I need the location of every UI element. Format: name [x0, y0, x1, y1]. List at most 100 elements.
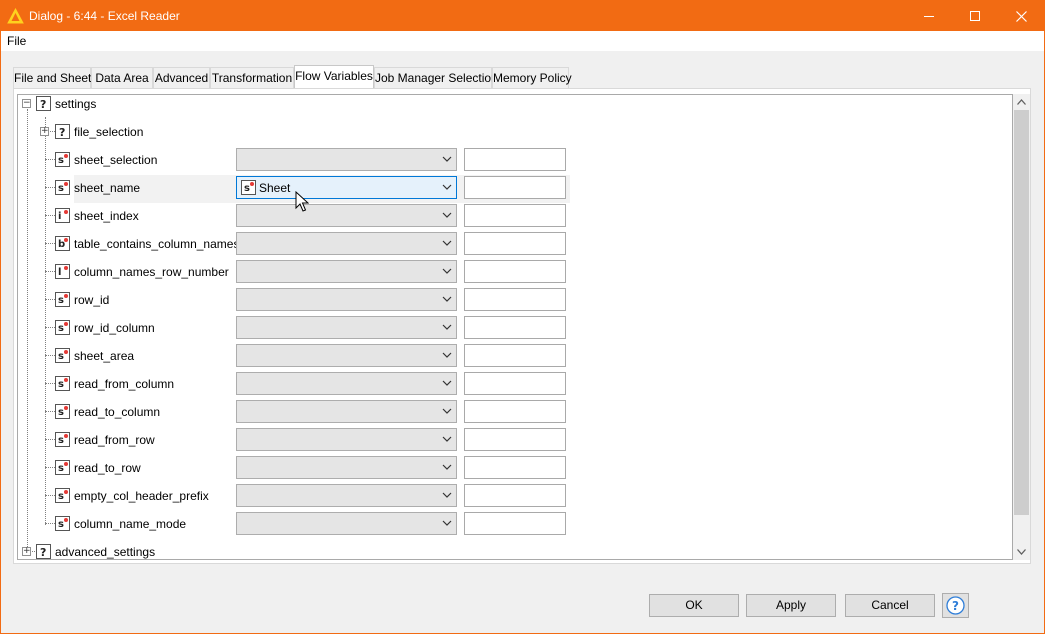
empty-col-header-prefix-variable-combo[interactable]: [236, 484, 457, 507]
tree-connector: [45, 411, 55, 412]
tree-node-sheet-name[interactable]: sheet_name: [74, 181, 140, 195]
read-to-column-variable-combo[interactable]: [236, 400, 457, 423]
variable-type-icon: s: [55, 376, 70, 391]
variable-type-icon: l: [55, 264, 70, 279]
variable-type-icon: s: [55, 460, 70, 475]
maximize-button[interactable]: [952, 1, 998, 31]
chevron-up-icon: [1017, 99, 1026, 105]
tree-node-table-contains-column-names[interactable]: table_contains_column_names: [74, 237, 239, 251]
expand-advanced-settings-toggle[interactable]: +: [22, 547, 31, 556]
help-button[interactable]: ?: [942, 593, 969, 618]
row-id-variable-combo[interactable]: [236, 288, 457, 311]
column-name-mode-exposed-variable-field[interactable]: [464, 512, 566, 535]
flow-variables-panel: − ? settings + ? file_selection s sheet_s…: [13, 88, 1031, 564]
dialog-window: Dialog - 6:44 - Excel Reader File File a…: [0, 0, 1045, 634]
minimize-button[interactable]: [906, 1, 952, 31]
chevron-down-icon: [442, 268, 452, 274]
tree-node-read-to-column[interactable]: read_to_column: [74, 405, 160, 419]
tree-connector: [45, 467, 55, 468]
chevron-down-icon: [442, 184, 452, 190]
chevron-down-icon: [442, 296, 452, 302]
read-to-column-exposed-variable-field[interactable]: [464, 400, 566, 423]
tree-connector: [45, 383, 55, 384]
row-id-column-variable-combo[interactable]: [236, 316, 457, 339]
row-id-column-exposed-variable-field[interactable]: [464, 316, 566, 339]
knime-warning-icon: [7, 8, 24, 24]
tree-node-sheet-index[interactable]: sheet_index: [74, 209, 139, 223]
chevron-down-icon: [442, 464, 452, 470]
sheet-selection-exposed-variable-field[interactable]: [464, 148, 566, 171]
tree-node-column-name-mode[interactable]: column_name_mode: [74, 517, 186, 531]
close-button[interactable]: [998, 1, 1044, 31]
variable-type-icon: b: [55, 236, 70, 251]
chevron-down-icon: [442, 240, 452, 246]
tree-node-file-selection[interactable]: file_selection: [74, 125, 143, 139]
unknown-type-icon: ?: [36, 96, 51, 111]
scroll-down-button[interactable]: [1013, 544, 1030, 560]
variable-type-icon: s: [55, 432, 70, 447]
tab-job-manager-selection[interactable]: Job Manager Selection: [374, 67, 498, 88]
tree-node-column-names-row-number[interactable]: column_names_row_number: [74, 265, 229, 279]
tree-connector: [45, 299, 55, 300]
column-names-row-number-exposed-variable-field[interactable]: [464, 260, 566, 283]
column-names-row-number-variable-combo[interactable]: [236, 260, 457, 283]
sheet-area-variable-combo[interactable]: [236, 344, 457, 367]
chevron-down-icon: [442, 436, 452, 442]
read-to-row-exposed-variable-field[interactable]: [464, 456, 566, 479]
window-title: Dialog - 6:44 - Excel Reader: [29, 9, 180, 23]
tree-node-row-id[interactable]: row_id: [74, 293, 109, 307]
ok-button[interactable]: OK: [649, 594, 739, 617]
tree-node-empty-col-header-prefix[interactable]: empty_col_header_prefix: [74, 489, 209, 503]
sheet-name-variable-combo[interactable]: s Sheet: [236, 176, 457, 199]
tab-memory-policy[interactable]: Memory Policy: [492, 67, 572, 88]
sheet-name-exposed-variable-field[interactable]: [464, 176, 566, 199]
tree-node-read-from-row[interactable]: read_from_row: [74, 433, 155, 447]
menu-file[interactable]: File: [7, 34, 26, 48]
unknown-type-icon: ?: [55, 124, 70, 139]
scroll-up-button[interactable]: [1013, 94, 1030, 110]
sheet-selection-variable-combo[interactable]: [236, 148, 457, 171]
tree-connector: [45, 439, 55, 440]
read-from-column-variable-combo[interactable]: [236, 372, 457, 395]
tree-node-read-from-column[interactable]: read_from_column: [74, 377, 174, 391]
table-contains-column-names-exposed-variable-field[interactable]: [464, 232, 566, 255]
read-from-row-variable-combo[interactable]: [236, 428, 457, 451]
empty-col-header-prefix-exposed-variable-field[interactable]: [464, 484, 566, 507]
table-contains-column-names-variable-combo[interactable]: [236, 232, 457, 255]
scrollbar-thumb[interactable]: [1014, 110, 1029, 515]
column-name-mode-variable-combo[interactable]: [236, 512, 457, 535]
read-from-column-exposed-variable-field[interactable]: [464, 372, 566, 395]
variable-type-icon: s: [55, 292, 70, 307]
tab-advanced[interactable]: Advanced: [153, 67, 210, 88]
title-bar[interactable]: Dialog - 6:44 - Excel Reader: [1, 1, 1044, 31]
cancel-button[interactable]: Cancel: [845, 594, 935, 617]
tree-connector: [45, 495, 55, 496]
chevron-down-icon: [442, 380, 452, 386]
tree-connector: [45, 187, 55, 188]
row-id-exposed-variable-field[interactable]: [464, 288, 566, 311]
chevron-down-icon: [442, 156, 452, 162]
collapse-settings-toggle[interactable]: −: [22, 99, 31, 108]
tab-data-area[interactable]: Data Area: [91, 67, 153, 88]
sheet-index-variable-combo[interactable]: [236, 204, 457, 227]
tree-node-sheet-area[interactable]: sheet_area: [74, 349, 134, 363]
chevron-down-icon: [442, 324, 452, 330]
tree-node-settings[interactable]: settings: [55, 97, 96, 111]
tree-node-sheet-selection[interactable]: sheet_selection: [74, 153, 157, 167]
variable-type-icon: s: [55, 488, 70, 503]
tree-connector: [27, 109, 28, 553]
expand-file-selection-toggle[interactable]: +: [40, 127, 49, 136]
sheet-area-exposed-variable-field[interactable]: [464, 344, 566, 367]
vertical-scrollbar[interactable]: [1013, 94, 1030, 560]
read-from-row-exposed-variable-field[interactable]: [464, 428, 566, 451]
apply-button[interactable]: Apply: [746, 594, 836, 617]
read-to-row-variable-combo[interactable]: [236, 456, 457, 479]
tree-node-advanced-settings[interactable]: advanced_settings: [55, 545, 155, 559]
tree-connector: [45, 215, 55, 216]
tab-file-and-sheet[interactable]: File and Sheet: [13, 67, 91, 88]
tree-node-read-to-row[interactable]: read_to_row: [74, 461, 141, 475]
tab-flow-variables[interactable]: Flow Variables: [294, 65, 374, 88]
sheet-index-exposed-variable-field[interactable]: [464, 204, 566, 227]
tree-node-row-id-column[interactable]: row_id_column: [74, 321, 155, 335]
tab-transformation[interactable]: Transformation: [210, 67, 294, 88]
